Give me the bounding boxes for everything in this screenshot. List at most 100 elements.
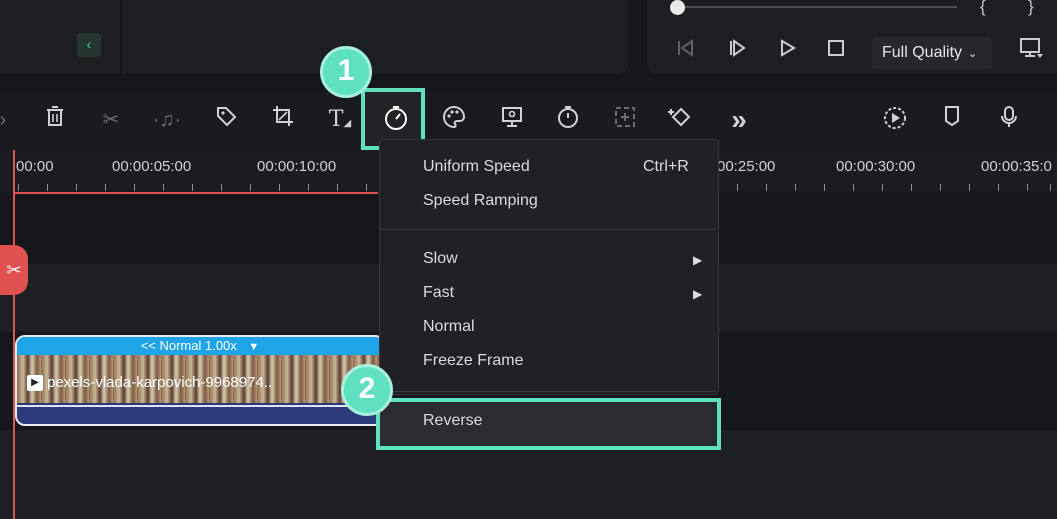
panel-divider [120, 0, 122, 74]
crop-button[interactable] [268, 105, 298, 135]
clip-speed-label: << Normal 1.00x [140, 338, 237, 353]
display-settings-button[interactable] [1016, 37, 1046, 67]
ruler-tick [134, 184, 135, 191]
ruler-tick [250, 184, 251, 191]
add-frame-button[interactable] [610, 105, 640, 135]
play-button[interactable] [772, 37, 802, 67]
ruler-tick [737, 184, 738, 191]
marker-button[interactable] [937, 105, 967, 135]
playback-progress-knob[interactable] [670, 0, 685, 15]
playback-progress-track[interactable] [677, 6, 957, 8]
scissors-icon: ✂ [102, 109, 120, 131]
ruler-label: 00:00:35:0 [981, 158, 1052, 175]
tag-button[interactable] [211, 105, 241, 135]
dropdown-corner-icon: ◢ [343, 118, 352, 129]
timer-icon [558, 106, 578, 128]
clip-name-row: ▶ pexels-vlada-karpovich-9968974.. [27, 374, 272, 392]
ruler-label: 00:00:10:00 [257, 158, 337, 175]
quality-label: Full Quality [882, 44, 963, 61]
quality-dropdown[interactable]: Full Quality ⌄ [872, 37, 992, 69]
submenu-arrow-icon: ▶ [693, 253, 703, 267]
step-1-badge: 1 [320, 46, 372, 98]
next-frame-button[interactable] [722, 37, 752, 67]
ruler-tick [911, 184, 912, 191]
ruler-tick [940, 184, 941, 191]
monitor-icon [1020, 38, 1043, 58]
clip-speed-caret-icon[interactable]: ▼ [248, 341, 259, 353]
speed-icon [385, 106, 407, 130]
chevron-left-icon: ‹ [86, 36, 92, 52]
green-screen-icon [502, 107, 522, 127]
collapse-panel-button[interactable]: ‹ [77, 33, 101, 57]
uniform-speed-shortcut: Ctrl+R [643, 158, 689, 175]
voiceover-button[interactable] [994, 105, 1024, 135]
menu-separator [380, 229, 716, 230]
play-icon [781, 39, 796, 57]
previous-frame-button[interactable] [670, 37, 700, 67]
player-panel [647, 0, 1057, 74]
ruler-label: 00:25:00 [717, 158, 776, 175]
auto-beat-button[interactable] [880, 105, 910, 135]
playhead[interactable] [13, 150, 15, 519]
ruler-tick [279, 184, 280, 191]
scissors-icon: ✂ [6, 260, 22, 280]
chevron-down-icon: ⌄ [968, 48, 978, 60]
green-screen-button[interactable] [497, 105, 527, 135]
step-2-badge: 2 [341, 364, 393, 416]
trash-icon [47, 106, 63, 126]
mark-in-brace[interactable]: { [980, 0, 986, 17]
menu-item-freeze-frame[interactable]: Freeze Frame [423, 352, 523, 370]
menu-item-uniform-speed[interactable]: Uniform Speed [423, 158, 530, 176]
playhead-cut-button[interactable]: ✂ [0, 245, 28, 295]
ruler-tick [998, 184, 999, 191]
ruler-tick [337, 184, 338, 191]
ruler-tick [853, 184, 854, 191]
clip-audio-waveform [17, 405, 383, 424]
tag-icon [217, 107, 237, 127]
auto-beat-icon [884, 107, 906, 129]
stop-button[interactable] [821, 37, 851, 67]
ruler-tick [76, 184, 77, 191]
ruler-tick [1050, 184, 1051, 191]
ruler-tick [105, 184, 106, 191]
step-back-icon [678, 39, 693, 57]
video-clip[interactable]: << Normal 1.00x ▼ ▶ pexels-vlada-karpovic… [15, 335, 385, 426]
step-forward-icon [730, 39, 746, 57]
microphone-icon [1001, 106, 1017, 127]
duration-button[interactable] [553, 105, 583, 135]
ruler-tick [308, 184, 309, 191]
chevron-right-icon[interactable]: › [0, 105, 18, 135]
text-button[interactable]: T◢ [325, 105, 355, 135]
video-clip-icon: ▶ [27, 375, 43, 392]
more-tools-button[interactable]: » [724, 105, 754, 135]
keyframe-button[interactable] [666, 105, 696, 135]
clip-speed-bar[interactable]: << Normal 1.00x ▼ [17, 337, 383, 355]
menu-item-fast[interactable]: Fast [423, 284, 454, 302]
cut-button[interactable]: ✂ [96, 105, 126, 135]
mark-out-brace[interactable]: } [1028, 0, 1034, 17]
ruler-tick [824, 184, 825, 191]
stop-icon [828, 40, 844, 56]
color-palette-icon [443, 105, 466, 129]
ruler-label: 00:00 [16, 158, 54, 175]
audio-detach-icon: ·♫· [152, 109, 182, 131]
speed-button[interactable] [381, 105, 411, 135]
ruler-tick [795, 184, 796, 191]
ruler-tick [366, 184, 367, 191]
menu-item-normal[interactable]: Normal [423, 318, 475, 336]
color-button[interactable] [439, 105, 469, 135]
menu-item-speed-ramping[interactable]: Speed Ramping [423, 192, 538, 210]
ruler-tick [969, 184, 970, 191]
keyframe-icon [668, 107, 691, 127]
submenu-arrow-icon: ▶ [693, 287, 703, 301]
menu-item-reverse[interactable]: Reverse [423, 412, 483, 430]
crop-icon [273, 106, 293, 126]
detach-audio-button[interactable]: ·♫· [152, 105, 182, 135]
menu-item-slow[interactable]: Slow [423, 250, 458, 268]
ruler-label: 00:00:05:00 [112, 158, 192, 175]
add-frame-icon [615, 107, 635, 127]
ruler-tick [163, 184, 164, 191]
double-chevron-right-icon: » [731, 104, 747, 135]
delete-button[interactable] [40, 105, 70, 135]
marker-icon [945, 106, 959, 127]
